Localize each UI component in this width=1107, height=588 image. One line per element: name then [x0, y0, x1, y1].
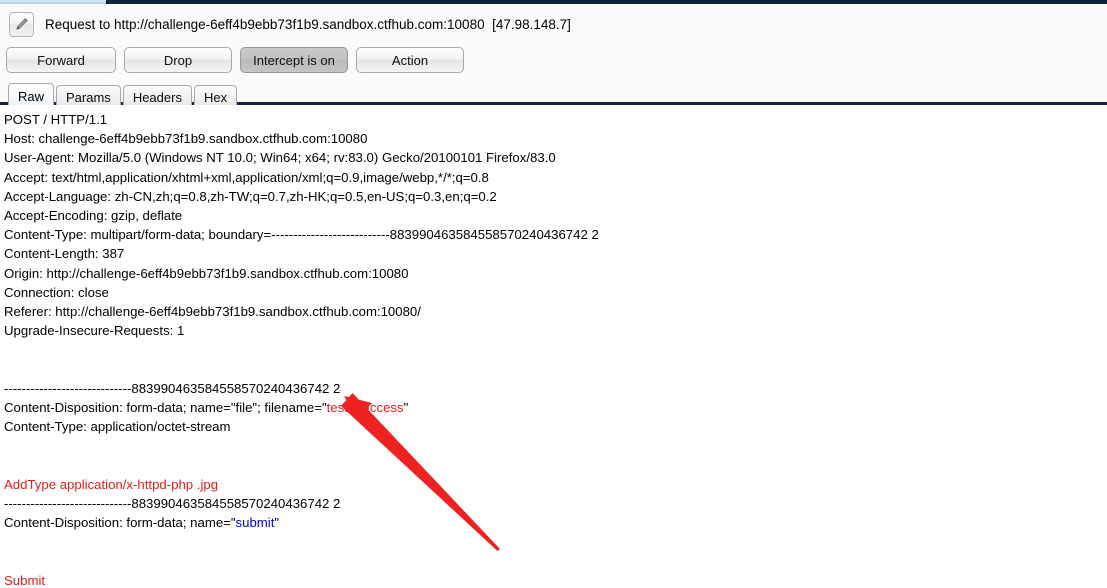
request-text: Origin: http://challenge-6eff4b9ebb73f1b…	[4, 265, 409, 281]
request-text-highlight: AddType application/x-httpd-php .jpg	[4, 476, 219, 492]
request-line	[4, 359, 599, 378]
request-line: Upgrade-Insecure-Requests: 1	[4, 321, 599, 340]
request-text-highlight: submit	[235, 514, 275, 530]
drop-button[interactable]: Drop	[124, 47, 232, 73]
request-line: Accept: text/html,application/xhtml+xml,…	[4, 168, 599, 187]
request-line	[4, 551, 599, 570]
request-line: Connection: close	[4, 283, 599, 302]
intercept-button-row: Forward Drop Intercept is on Action	[6, 47, 464, 73]
request-line: Accept-Language: zh-CN,zh;q=0.8,zh-TW;q=…	[4, 187, 599, 206]
request-title-row: Request to http://challenge-6eff4b9ebb73…	[9, 11, 571, 37]
request-line	[4, 532, 599, 551]
request-line: Content-Disposition: form-data; name="fi…	[4, 398, 599, 417]
request-line: Host: challenge-6eff4b9ebb73f1b9.sandbox…	[4, 129, 599, 148]
request-text-highlight: Submit	[4, 572, 46, 588]
forward-button[interactable]: Forward	[6, 47, 116, 73]
request-text: Referer: http://challenge-6eff4b9ebb73f1…	[4, 303, 421, 319]
request-text: Accept: text/html,application/xhtml+xml,…	[4, 169, 489, 185]
request-line: Accept-Encoding: gzip, deflate	[4, 206, 599, 225]
raw-request-text: POST / HTTP/1.1 Host: challenge-6eff4b9eb…	[4, 110, 599, 588]
action-button[interactable]: Action	[356, 47, 464, 73]
request-text: POST / HTTP/1.1	[4, 112, 108, 127]
request-line: POST / HTTP/1.1	[4, 110, 599, 129]
request-line: -----------------------------88399046358…	[4, 494, 599, 513]
request-line	[4, 340, 599, 359]
request-line	[4, 455, 599, 474]
request-text: Accept-Language: zh-CN,zh;q=0.8,zh-TW;q=…	[4, 188, 497, 204]
intercept-toggle-button[interactable]: Intercept is on	[240, 47, 348, 73]
request-line: -----------------------------88399046358…	[4, 379, 599, 398]
raw-request-editor[interactable]: POST / HTTP/1.1 Host: challenge-6eff4b9eb…	[0, 105, 1107, 588]
request-line	[4, 436, 599, 455]
request-text: -----------------------------88399046358…	[4, 495, 341, 511]
request-line: Content-Disposition: form-data; name="su…	[4, 513, 599, 532]
request-text: "	[274, 514, 280, 530]
request-text: Content-Disposition: form-data; name="	[4, 514, 236, 530]
request-text: Host: challenge-6eff4b9ebb73f1b9.sandbox…	[4, 131, 368, 147]
request-line: Content-Length: 387	[4, 244, 599, 263]
request-text: Accept-Encoding: gzip, deflate	[4, 207, 183, 223]
request-text: Connection: close	[4, 284, 109, 300]
request-line: Origin: http://challenge-6eff4b9ebb73f1b…	[4, 264, 599, 283]
request-line: User-Agent: Mozilla/5.0 (Windows NT 10.0…	[4, 148, 599, 167]
request-text: Content-Disposition: form-data; name="fi…	[4, 399, 327, 415]
request-title: Request to http://challenge-6eff4b9ebb73…	[45, 16, 571, 32]
request-line: Content-Type: application/octet-stream	[4, 417, 599, 436]
request-line: Submit	[4, 571, 599, 588]
request-text: User-Agent: Mozilla/5.0 (Windows NT 10.0…	[4, 150, 556, 166]
request-line: Referer: http://challenge-6eff4b9ebb73f1…	[4, 302, 599, 321]
request-text-highlight: test.htaccess	[326, 399, 404, 415]
request-text: -----------------------------88399046358…	[4, 380, 341, 396]
request-line: AddType application/x-httpd-php .jpg	[4, 475, 599, 494]
request-line: Content-Type: multipart/form-data; bound…	[4, 225, 599, 244]
request-text: Upgrade-Insecure-Requests: 1	[4, 323, 185, 339]
request-text: Content-Type: application/octet-stream	[4, 419, 231, 434]
intercept-header-panel: Request to http://challenge-6eff4b9ebb73…	[0, 4, 1107, 109]
request-text: "	[403, 399, 409, 415]
request-text: Content-Length: 387	[4, 246, 125, 262]
request-text: Content-Type: multipart/form-data; bound…	[4, 227, 599, 243]
pencil-icon[interactable]	[9, 11, 34, 37]
